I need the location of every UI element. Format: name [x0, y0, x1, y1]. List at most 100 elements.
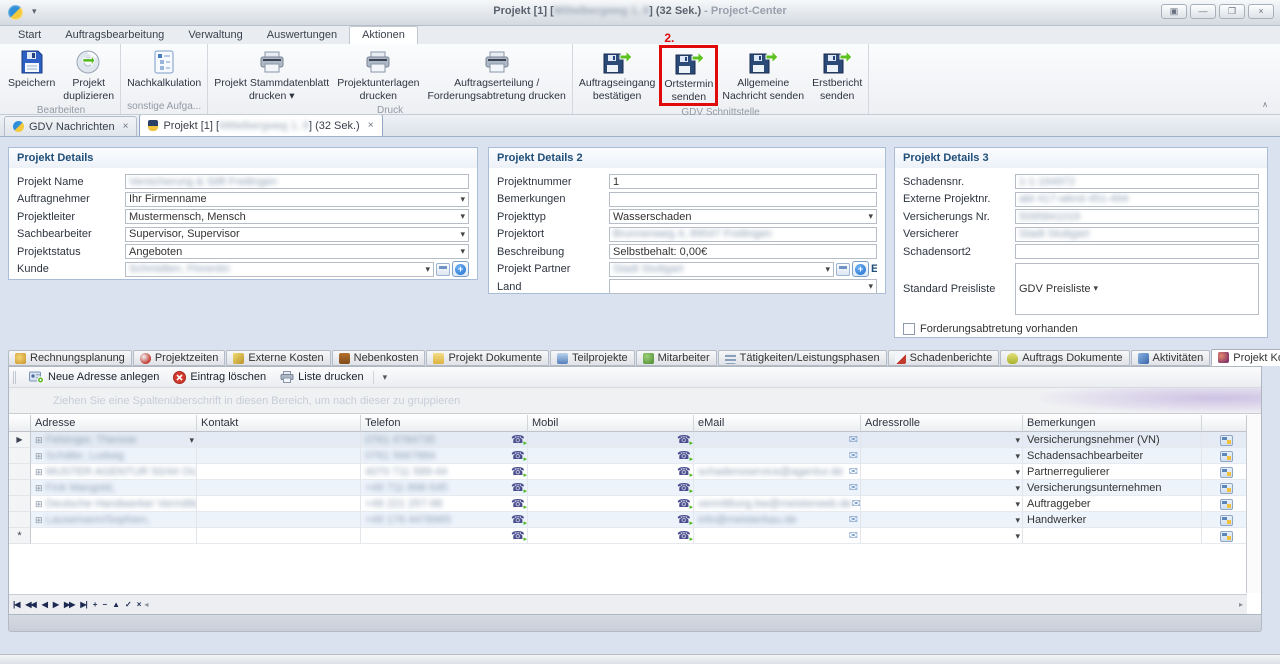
toolbar-overflow-caret-icon[interactable]: ▾ [378, 372, 393, 383]
phone-dial-icon[interactable]: ☎▸ [677, 515, 691, 526]
caret-down-icon[interactable]: ▾ [1015, 467, 1020, 478]
send-email-icon[interactable]: ✉ [849, 531, 858, 542]
nav-last-button[interactable]: ▶| [80, 600, 86, 609]
phone-dial-icon[interactable]: ☎▸ [677, 499, 691, 510]
doc-tab-gdv-nachrichten[interactable]: GDV Nachrichten × [4, 116, 137, 136]
tab-projekt-kontakte[interactable]: Projekt Kontakte [1211, 349, 1280, 366]
caret-down-icon[interactable]: ▾ [1015, 451, 1020, 462]
caret-down-icon[interactable]: ▾ [865, 281, 873, 292]
send-email-icon[interactable]: ✉ [849, 435, 858, 446]
nav-delete-button[interactable]: − [102, 600, 106, 609]
phone-dial-icon[interactable]: ☎▸ [511, 451, 525, 462]
eintrag-loeschen-button[interactable]: Eintrag löschen [168, 370, 271, 385]
externe-projektnr-input[interactable]: abt 417-wknd 451-494 [1015, 192, 1259, 207]
standard-preisliste-combo[interactable]: GDV Preisliste▾ [1015, 263, 1259, 315]
phone-dial-icon[interactable]: ☎▸ [511, 499, 525, 510]
phone-dial-icon[interactable]: ☎▸ [677, 483, 691, 494]
phone-dial-icon[interactable]: ☎▸ [511, 483, 525, 494]
tab-projektzeiten[interactable]: Projektzeiten [133, 350, 226, 366]
projektnummer-input[interactable]: 1 [609, 174, 877, 189]
send-email-icon[interactable]: ✉ [849, 483, 858, 494]
projektleiter-combo[interactable]: Mustermensch, Mensch▾ [125, 209, 469, 224]
close-tab-icon[interactable]: × [123, 121, 129, 132]
nav-edit-button[interactable]: ▲ [112, 600, 119, 609]
caret-down-icon[interactable]: ▾ [1015, 435, 1020, 446]
nav-next-button[interactable]: ▶ [53, 600, 58, 609]
caret-down-icon[interactable]: ▾ [1015, 483, 1020, 494]
nav-prev-page-button[interactable]: ◀◀ [25, 600, 35, 609]
horizontal-scrollbar[interactable]: ◂ ▸ [140, 600, 1247, 609]
phone-dial-icon[interactable]: ☎▸ [511, 515, 525, 526]
projekt-duplizieren-button[interactable]: Projekt duplizieren [59, 45, 118, 104]
tab-teilprojekte[interactable]: Teilprojekte [550, 350, 635, 366]
minimize-button[interactable]: — [1190, 4, 1216, 19]
projekt-partner-combo[interactable]: Stadt Stuttgart▾ [609, 262, 834, 277]
versicherer-input[interactable]: Stadt Stuttgart [1015, 227, 1259, 242]
nav-first-button[interactable]: |◀ [13, 600, 19, 609]
table-row[interactable]: ⊞Fink Mangold, +49 711 898-545☎▸ ☎▸ ✉ ▾ … [9, 480, 1247, 496]
tab-schadenberichte[interactable]: Schadenberichte [888, 350, 1000, 366]
phone-dial-icon[interactable]: ☎▸ [677, 467, 691, 478]
auftragseingang-bestaetigen-button[interactable]: Auftragseingang bestätigen [575, 45, 659, 104]
phone-dial-icon[interactable]: ☎▸ [677, 531, 691, 542]
expand-row-icon[interactable]: ⊞ [35, 515, 43, 526]
beschreibung-input[interactable]: Selbstbehalt: 0,00€ [609, 244, 877, 259]
projekt-name-input[interactable]: Versicherung & Stift Freilingen [125, 174, 469, 189]
expand-row-icon[interactable]: ⊞ [35, 451, 43, 462]
projektort-input[interactable]: Brunnenweg 4, 89547 Freilingen [609, 227, 877, 242]
ribbon-tab-start[interactable]: Start [6, 27, 53, 44]
collapse-ribbon-button[interactable]: ∧ [1258, 99, 1272, 110]
tab-aktivitaeten[interactable]: Aktivitäten [1131, 350, 1211, 366]
note-icon[interactable] [1220, 483, 1233, 494]
expand-row-icon[interactable]: ⊞ [35, 435, 43, 446]
projektstatus-combo[interactable]: Angeboten▾ [125, 244, 469, 259]
note-icon[interactable] [1220, 515, 1233, 526]
tab-taetigkeiten[interactable]: Tätigkeiten/Leistungsphasen [718, 350, 887, 366]
ribbon-tab-aktionen[interactable]: Aktionen [349, 26, 418, 44]
nav-endedit-button[interactable]: ✓ [125, 600, 131, 609]
column-header-adresse[interactable]: Adresse [31, 415, 197, 432]
table-row[interactable]: ⊞Lausemann/Sophien, +49 176 4478965☎▸ ☎▸… [9, 512, 1247, 528]
expand-row-icon[interactable]: ⊞ [35, 499, 43, 510]
note-icon[interactable] [1220, 467, 1233, 478]
tab-externe-kosten[interactable]: Externe Kosten [226, 350, 330, 366]
sachbearbeiter-combo[interactable]: Supervisor, Supervisor▾ [125, 227, 469, 242]
schadensort2-input[interactable] [1015, 244, 1259, 259]
add-kunde-button[interactable]: + [452, 261, 469, 277]
speichern-button[interactable]: Speichern [4, 45, 59, 92]
bemerkungen-input[interactable] [609, 192, 877, 207]
forderungsabtretung-checkbox[interactable] [903, 323, 915, 335]
nachkalkulation-button[interactable]: Nachkalkulation [123, 45, 205, 92]
auftragserteilung-drucken-button[interactable]: Auftragserteilung / Forderungsabtretung … [424, 45, 570, 104]
tab-projekt-dokumente[interactable]: Projekt Dokumente [426, 350, 549, 366]
table-row[interactable]: ▶ ⊞Felsinger, Therese▾ 0761 4784735☎▸ ☎▸… [9, 432, 1247, 448]
nav-next-page-button[interactable]: ▶▶ [64, 600, 74, 609]
expand-row-icon[interactable]: ⊞ [35, 467, 43, 478]
ortstermin-senden-button[interactable]: 2. Ortstermin senden [659, 45, 718, 106]
auftragnehmer-combo[interactable]: Ihr Firmenname▾ [125, 192, 469, 207]
ribbon-tab-auftragsbearbeitung[interactable]: Auftragsbearbeitung [53, 27, 176, 44]
send-email-icon[interactable]: ✉ [849, 467, 858, 478]
column-header-kontakt[interactable]: Kontakt [197, 415, 361, 432]
vertical-scrollbar[interactable] [1246, 415, 1261, 593]
caret-down-icon[interactable]: ▾ [1015, 499, 1020, 510]
ribbon-tab-verwaltung[interactable]: Verwaltung [176, 27, 254, 44]
caret-down-icon[interactable]: ▾ [1015, 531, 1020, 542]
table-row[interactable]: ⊞MUSTER AGENTUR 50/44 OU 19 4070 711 589… [9, 464, 1247, 480]
column-header-email[interactable]: eMail [694, 415, 861, 432]
toolbar-grip[interactable] [13, 371, 16, 384]
hscroll-right-icon[interactable]: ▸ [1239, 600, 1243, 609]
phone-dial-icon[interactable]: ☎▸ [511, 467, 525, 478]
hscroll-left-icon[interactable]: ◂ [144, 600, 148, 609]
note-icon[interactable] [1220, 499, 1233, 510]
column-header-mobil[interactable]: Mobil [528, 415, 694, 432]
tab-nebenkosten[interactable]: Nebenkosten [332, 350, 426, 366]
caret-down-icon[interactable]: ▾ [189, 435, 194, 446]
phone-dial-icon[interactable]: ☎▸ [677, 451, 691, 462]
projekttyp-combo[interactable]: Wasserschaden▾ [609, 209, 877, 224]
caret-down-icon[interactable]: ▾ [457, 211, 465, 222]
projektunterlagen-drucken-button[interactable]: Projektunterlagen drucken [333, 45, 423, 104]
caret-down-icon[interactable]: ▾ [822, 264, 830, 275]
caret-down-icon[interactable]: ▾ [1015, 515, 1020, 526]
nav-append-button[interactable]: + [93, 600, 97, 609]
